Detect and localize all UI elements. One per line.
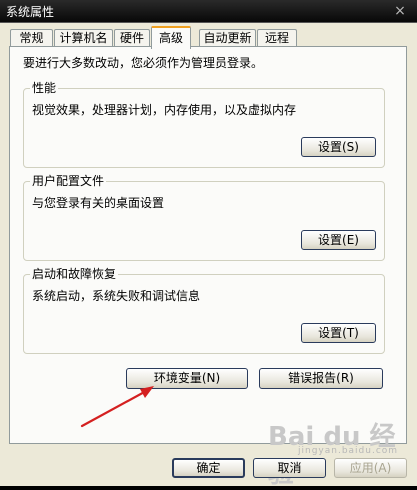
- annotation-arrow-icon: [80, 386, 154, 428]
- tab-advanced[interactable]: 高级: [151, 26, 191, 49]
- system-properties-window: 系统属性 × 常规 计算机名 硬件 高级 自动更新 远程 要进行大多数改动，您必…: [0, 0, 417, 489]
